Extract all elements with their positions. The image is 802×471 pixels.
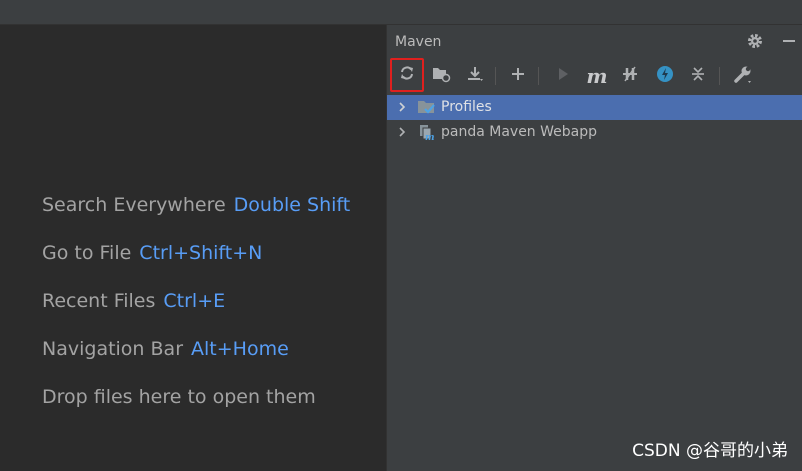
csdn-watermark: CSDN @谷哥的小弟 [632,441,788,461]
tree-node-label: panda Maven Webapp [441,124,598,140]
download-icon [466,65,484,87]
hint-label: Navigation Bar [42,338,184,360]
toolbar-separator [719,67,720,85]
toolbar-separator [538,67,539,85]
profiles-folder-icon [417,98,437,117]
generate-sources-button[interactable] [427,62,455,90]
chevron-right-icon[interactable] [395,125,409,139]
top-strip [0,0,802,25]
hint-label: Search Everywhere [42,194,226,216]
offline-icon [621,65,639,87]
skip-tests-icon [656,65,674,87]
plus-icon [510,66,526,86]
add-maven-project-button[interactable] [504,62,532,90]
play-icon [555,66,571,86]
editor-empty-area[interactable]: Search Everywhere Double Shift Go to File… [0,25,386,471]
hint-search-everywhere: Search Everywhere Double Shift [42,194,350,216]
toolbar-separator [495,67,496,85]
minimize-icon[interactable] [779,31,799,51]
hint-drop-files: Drop files here to open them [42,386,316,408]
tree-node-profiles[interactable]: Profiles [387,95,802,120]
skip-tests-button[interactable] [651,62,679,90]
collapse-icon [690,66,706,86]
maven-project-icon: m [417,123,437,143]
hint-shortcut: Alt+Home [191,338,289,360]
svg-text:m: m [425,133,435,142]
maven-toolbar: m [387,58,802,94]
refresh-icon [398,64,416,86]
hint-label: Go to File [42,242,132,264]
maven-tool-window: Maven m Profiles m panda Maven Webapp [386,25,802,471]
download-sources-button[interactable] [461,62,489,90]
hint-navigation-bar: Navigation Bar Alt+Home [42,338,289,360]
hint-label: Recent Files [42,290,156,312]
hint-shortcut: Ctrl+Shift+N [139,242,263,264]
hint-label: Drop files here to open them [42,386,316,408]
wrench-icon [733,64,753,88]
toggle-offline-mode-button[interactable] [616,62,644,90]
hint-recent-files: Recent Files Ctrl+E [42,290,225,312]
maven-projects-tree: Profiles m panda Maven Webapp [387,95,802,145]
maven-panel-header: Maven [387,25,802,57]
execute-maven-goal-button[interactable]: m [583,62,611,90]
hint-shortcut: Double Shift [233,194,351,216]
panel-title: Maven [395,34,442,50]
tree-node-maven-project[interactable]: m panda Maven Webapp [387,120,802,145]
hint-go-to-file: Go to File Ctrl+Shift+N [42,242,262,264]
run-maven-build-button[interactable] [549,62,577,90]
reload-all-maven-projects-button[interactable] [390,58,424,92]
maven-m-icon: m [586,64,608,88]
maven-settings-button[interactable] [729,62,757,90]
hint-shortcut: Ctrl+E [163,290,226,312]
collapse-all-button[interactable] [684,62,712,90]
folder-refresh-icon [431,65,451,87]
chevron-right-icon[interactable] [395,100,409,114]
tree-node-label: Profiles [441,99,492,115]
gear-icon[interactable] [745,31,765,51]
